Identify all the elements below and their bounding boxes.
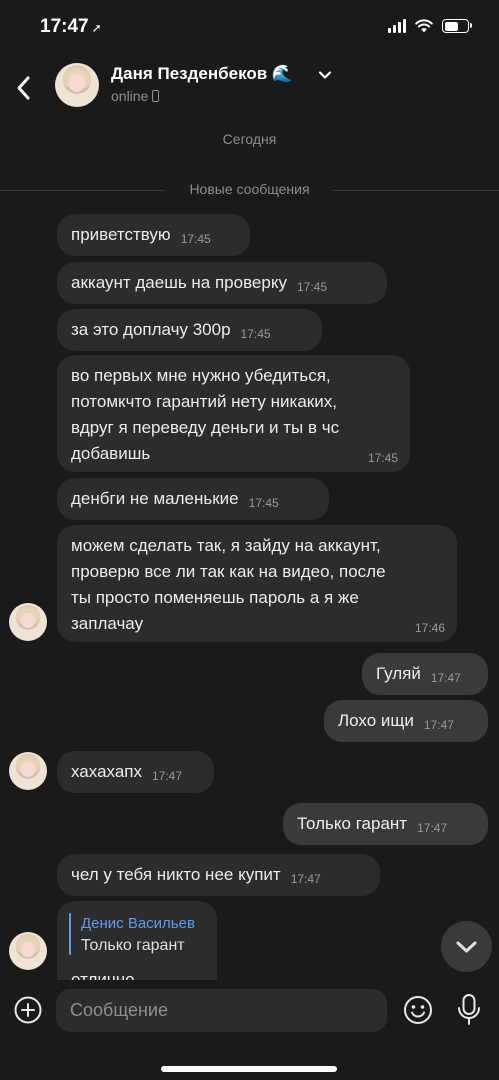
message-text: Лохо ищи	[338, 711, 414, 730]
message-text: приветствую	[71, 225, 171, 244]
battery-icon	[442, 19, 472, 33]
status-icons	[388, 19, 472, 33]
contact-status: online	[111, 88, 160, 104]
message-time: 17:45	[248, 496, 279, 510]
plus-circle-icon[interactable]	[13, 995, 43, 1025]
message-time: 17:47	[152, 769, 183, 783]
divider-line-right	[333, 190, 499, 191]
message-time: 17:47	[417, 821, 448, 835]
message-text: можем сделать так, я зайду на аккаунт, п…	[71, 536, 386, 633]
message-time: 17:45	[296, 280, 328, 294]
status-time-text: 17:47	[40, 16, 89, 37]
back-button[interactable]	[8, 64, 40, 108]
message-bubble[interactable]: Гуляй 17:47	[362, 653, 488, 695]
message-time: 17:47	[423, 718, 454, 732]
sender-avatar[interactable]	[9, 603, 47, 641]
message-text: Только гарант	[297, 814, 408, 833]
new-messages-divider: Новые сообщения	[0, 181, 499, 199]
message-text: денбги не маленькие	[71, 489, 239, 508]
message-bubble[interactable]: Лохо ищи 17:47	[324, 700, 488, 742]
message-bubble[interactable]: хахахапх 17:47	[57, 751, 214, 793]
chevron-down-icon	[456, 941, 477, 953]
sender-avatar[interactable]	[9, 752, 47, 790]
reply-bar	[69, 913, 71, 955]
phone-icon	[152, 90, 160, 102]
reply-message-bubble[interactable]: Денис Васильев Только гарант отлично	[57, 901, 217, 980]
message-text: за это доплачу 300р	[71, 320, 231, 339]
message-bubble[interactable]: за это доплачу 300р 17:45	[57, 309, 322, 351]
message-text: хахахапх	[71, 762, 142, 781]
chevron-left-icon	[17, 76, 30, 100]
online-status-text: online	[111, 88, 149, 104]
message-composer	[0, 980, 499, 1080]
message-bubble[interactable]: чел у тебя никто нее купит 17:47	[57, 854, 380, 896]
message-time: 17:45	[180, 232, 211, 246]
wifi-icon	[415, 19, 433, 33]
message-time: 17:46	[414, 621, 445, 635]
sender-avatar[interactable]	[9, 932, 47, 970]
status-time: 17:47 ➚	[40, 16, 102, 38]
message-bubble[interactable]: денбги не маленькие 17:45	[57, 478, 329, 520]
message-time: 17:47	[430, 671, 461, 685]
new-messages-label: Новые сообщения	[189, 181, 310, 197]
message-text: отлично	[71, 970, 135, 980]
reply-quote[interactable]: Только гарант	[81, 933, 185, 959]
emoji-icon[interactable]	[402, 994, 434, 1026]
status-bar: 17:47 ➚	[0, 0, 499, 58]
message-time: 17:47	[290, 872, 321, 886]
contact-name[interactable]: Даня Пезденбеков 🌊	[111, 64, 293, 84]
message-time: 17:45	[367, 451, 398, 465]
message-bubble[interactable]: можем сделать так, я зайду на аккаунт, п…	[57, 525, 457, 642]
microphone-icon[interactable]	[455, 993, 483, 1027]
scroll-down-button[interactable]	[441, 921, 492, 972]
message-bubble[interactable]: аккаунт даешь на проверку 17:45	[57, 262, 387, 304]
chevron-down-icon[interactable]	[318, 68, 332, 82]
cellular-signal-icon	[388, 19, 406, 33]
message-text: аккаунт даешь на проверку	[71, 273, 287, 292]
message-bubble[interactable]: Только гарант 17:47	[283, 803, 488, 845]
contact-avatar[interactable]	[55, 63, 99, 107]
day-label: Сегодня	[222, 131, 277, 147]
message-time: 17:45	[240, 327, 271, 341]
message-bubble[interactable]: во первых мне нужно убедиться, потомкчто…	[57, 355, 410, 472]
location-icon: ➚	[91, 21, 102, 35]
chat-header: Даня Пезденбеков 🌊 online	[0, 58, 499, 118]
message-text: во первых мне нужно убедиться, потомкчто…	[71, 366, 340, 463]
message-bubble[interactable]: приветствую 17:45	[57, 214, 250, 256]
message-input[interactable]	[56, 989, 387, 1032]
message-text: Гуляй	[376, 664, 421, 683]
home-indicator[interactable]	[161, 1066, 337, 1072]
message-text: чел у тебя никто нее купит	[71, 865, 281, 884]
